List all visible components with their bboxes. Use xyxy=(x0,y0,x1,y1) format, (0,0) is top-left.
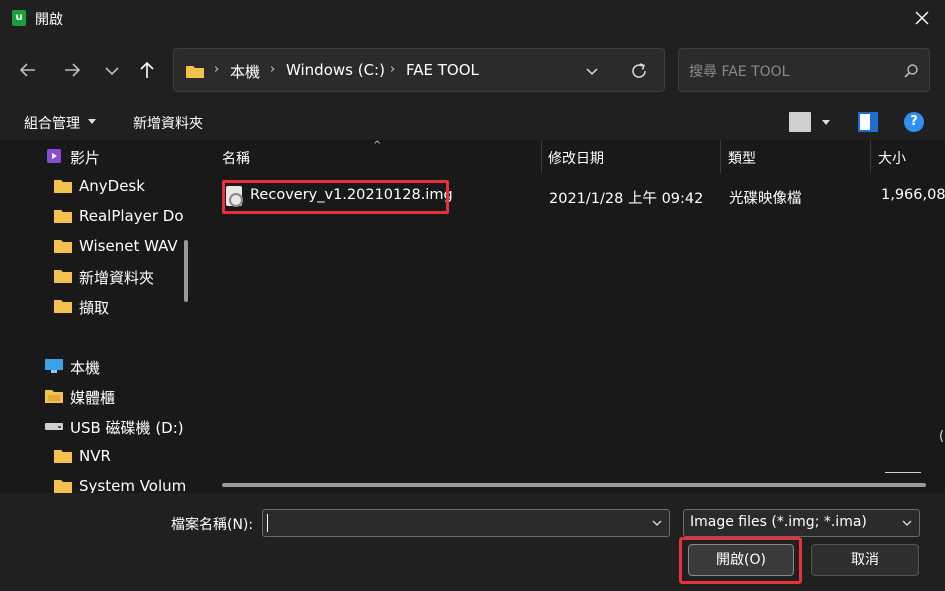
navigation-pane: 影片 AnyDesk RealPlayer Do Wisenet WAV 新增資… xyxy=(0,140,198,493)
breadcrumb-fae-tool[interactable]: FAE TOOL xyxy=(406,61,479,79)
filter-chevron-down-icon[interactable] xyxy=(901,517,913,529)
forward-arrow-icon[interactable] xyxy=(60,58,84,82)
folder-icon xyxy=(54,300,72,313)
folder-icon xyxy=(54,270,72,283)
preview-pane-icon[interactable] xyxy=(858,112,878,132)
help-icon[interactable]: ? xyxy=(904,112,924,132)
file-size: 1,966,080 xyxy=(881,187,945,203)
dialog-footer: 檔案名稱(N): Image files (*.img; *.ima) 開啟(O… xyxy=(0,493,945,591)
title-bar: u 開啟 xyxy=(0,0,945,36)
command-toolbar: 組合管理 新增資料夾 ? xyxy=(0,104,945,140)
column-header-name[interactable]: 名稱 xyxy=(222,148,250,168)
back-arrow-icon[interactable] xyxy=(16,58,40,82)
search-placeholder: 搜尋 FAE TOOL xyxy=(689,64,790,80)
folder-icon xyxy=(54,210,72,223)
sidebar-scrollbar[interactable] xyxy=(184,240,188,302)
search-icon[interactable] xyxy=(903,63,919,79)
view-list-icon[interactable] xyxy=(789,112,811,132)
window-title: 開啟 xyxy=(35,12,63,28)
library-icon xyxy=(45,390,63,403)
folder-icon xyxy=(186,66,204,78)
folder-icon xyxy=(54,180,72,193)
text-cursor xyxy=(267,514,268,532)
file-type: 光碟映像檔 xyxy=(729,191,802,207)
view-options-caret-icon[interactable] xyxy=(822,120,830,125)
new-folder-button[interactable]: 新增資料夾 xyxy=(133,113,203,133)
search-input[interactable]: 搜尋 FAE TOOL xyxy=(678,48,930,92)
organize-button[interactable]: 組合管理 xyxy=(24,113,80,133)
folder-icon xyxy=(54,480,72,493)
file-highlight-box xyxy=(222,180,449,214)
app-icon: u xyxy=(12,10,26,26)
folder-icon xyxy=(54,240,72,253)
filename-chevron-down-icon[interactable] xyxy=(651,517,663,529)
file-type-value: Image files (*.img; *.ima) xyxy=(690,514,867,530)
filename-label: 檔案名稱(N): xyxy=(171,517,254,533)
column-header-size[interactable]: 大小 xyxy=(878,148,906,168)
file-type-select[interactable]: Image files (*.img; *.ima) xyxy=(683,509,920,537)
address-bar[interactable]: › 本機 › Windows (C:) › FAE TOOL xyxy=(173,48,665,92)
refresh-icon[interactable] xyxy=(629,61,649,81)
open-button-highlight-box xyxy=(679,537,802,584)
recent-chevron-down-icon[interactable] xyxy=(100,58,124,82)
breadcrumb-this-pc[interactable]: 本機 xyxy=(230,61,260,82)
column-header-type[interactable]: 類型 xyxy=(728,148,756,168)
navigation-bar: › 本機 › Windows (C:) › FAE TOOL 搜尋 FAE TO… xyxy=(0,36,945,104)
horizontal-scrollbar[interactable] xyxy=(222,483,926,487)
cancel-button[interactable]: 取消 xyxy=(811,544,919,576)
sort-ascending-icon: ^ xyxy=(373,140,382,151)
address-chevron-down-icon[interactable] xyxy=(584,63,600,79)
file-modified: 2021/1/28 上午 09:42 xyxy=(549,191,704,207)
video-folder-icon xyxy=(47,149,61,163)
close-icon[interactable] xyxy=(911,7,933,29)
organize-caret-icon[interactable] xyxy=(88,119,96,124)
truncated-text: ( xyxy=(939,429,945,444)
pc-icon xyxy=(45,359,63,373)
filename-input[interactable] xyxy=(262,509,670,537)
column-header-modified[interactable]: 修改日期 xyxy=(548,148,604,168)
drive-icon xyxy=(45,423,63,430)
up-arrow-icon[interactable] xyxy=(135,58,159,82)
folder-icon xyxy=(54,450,72,463)
breadcrumb-windows-c[interactable]: Windows (C:) xyxy=(286,61,385,79)
